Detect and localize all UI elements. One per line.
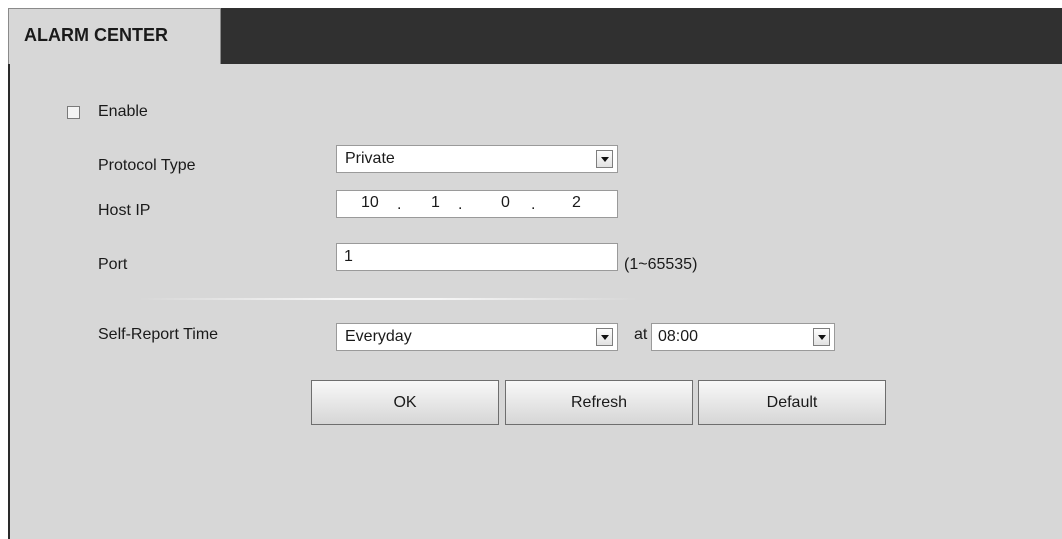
- port-label: Port: [98, 256, 128, 273]
- ip-dot: .: [458, 196, 463, 213]
- ok-button[interactable]: OK: [311, 380, 499, 425]
- dropdown-arrow-icon[interactable]: [813, 328, 830, 346]
- host-ip-label: Host IP: [98, 202, 151, 219]
- report-period-value: Everyday: [345, 328, 412, 345]
- report-time-value: 08:00: [658, 328, 699, 345]
- protocol-type-label: Protocol Type: [98, 157, 196, 174]
- port-range-hint: (1~65535): [624, 256, 698, 273]
- enable-label: Enable: [98, 103, 148, 120]
- default-button[interactable]: Default: [698, 380, 886, 425]
- tab-label: ALARM CENTER: [24, 25, 168, 45]
- enable-checkbox[interactable]: [67, 106, 80, 119]
- left-border: [8, 64, 10, 539]
- ip-dot: .: [397, 196, 402, 213]
- tab-alarm-center[interactable]: ALARM CENTER: [8, 8, 221, 64]
- host-ip-octet-3[interactable]: 0: [501, 194, 510, 212]
- alarm-center-panel: ALARM CENTER Enable Protocol Type Privat…: [8, 8, 1062, 539]
- dropdown-arrow-icon[interactable]: [596, 328, 613, 346]
- refresh-button[interactable]: Refresh: [505, 380, 693, 425]
- port-value: 1: [344, 248, 353, 265]
- divider: [138, 298, 638, 300]
- host-ip-field[interactable]: 10 . 1 . 0 . 2: [336, 190, 618, 218]
- host-ip-octet-2[interactable]: 1: [431, 194, 440, 212]
- ip-dot: .: [531, 196, 536, 213]
- report-time-select[interactable]: 08:00: [651, 323, 835, 351]
- dropdown-arrow-icon[interactable]: [596, 150, 613, 168]
- protocol-type-value: Private: [345, 150, 395, 167]
- self-report-time-label: Self-Report Time: [98, 326, 219, 343]
- protocol-type-select[interactable]: Private: [336, 145, 618, 173]
- host-ip-octet-4[interactable]: 2: [572, 194, 581, 212]
- report-period-select[interactable]: Everyday: [336, 323, 618, 351]
- port-input[interactable]: 1: [336, 243, 618, 271]
- at-label: at: [634, 326, 648, 343]
- host-ip-octet-1[interactable]: 10: [361, 194, 379, 212]
